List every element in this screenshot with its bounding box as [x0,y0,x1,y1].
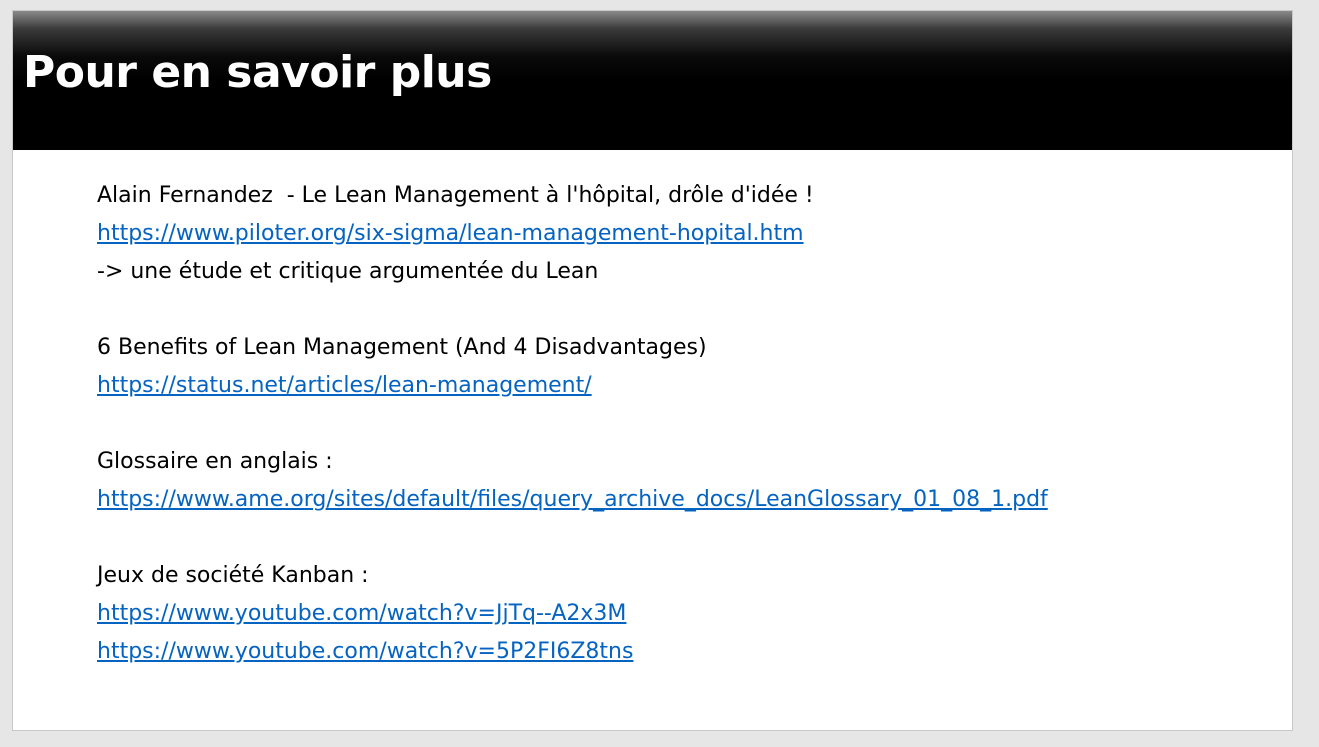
text-line: Alain Fernandez - Le Lean Management à l… [97,183,814,208]
section-lean-hopital: Alain Fernandez - Le Lean Management à l… [97,177,1277,291]
link-piloter[interactable]: https://www.piloter.org/six-sigma/lean-m… [97,215,1277,253]
text-line: Jeux de société Kanban : [97,563,369,588]
title-bar: Pour en savoir plus [13,11,1292,150]
text-line: Glossaire en anglais : [97,449,333,474]
link-youtube-1[interactable]: https://www.youtube.com/watch?v=JjTq--A2… [97,595,1277,633]
slide-title: Pour en savoir plus [23,47,492,98]
link-status[interactable]: https://status.net/articles/lean-managem… [97,367,1277,405]
link-youtube-2[interactable]: https://www.youtube.com/watch?v=5P2FI6Z8… [97,633,1277,671]
link-ame-glossary[interactable]: https://www.ame.org/sites/default/files/… [97,481,1277,519]
text-line: -> une étude et critique argumentée du L… [97,259,599,284]
section-benefits: 6 Benefits of Lean Management (And 4 Dis… [97,329,1277,405]
slide: Pour en savoir plus Alain Fernandez - Le… [12,10,1293,731]
section-glossaire: Glossaire en anglais : https://www.ame.o… [97,443,1277,519]
slide-content: Alain Fernandez - Le Lean Management à l… [97,177,1277,671]
text-line: 6 Benefits of Lean Management (And 4 Dis… [97,335,707,360]
section-kanban: Jeux de société Kanban : https://www.you… [97,557,1277,671]
